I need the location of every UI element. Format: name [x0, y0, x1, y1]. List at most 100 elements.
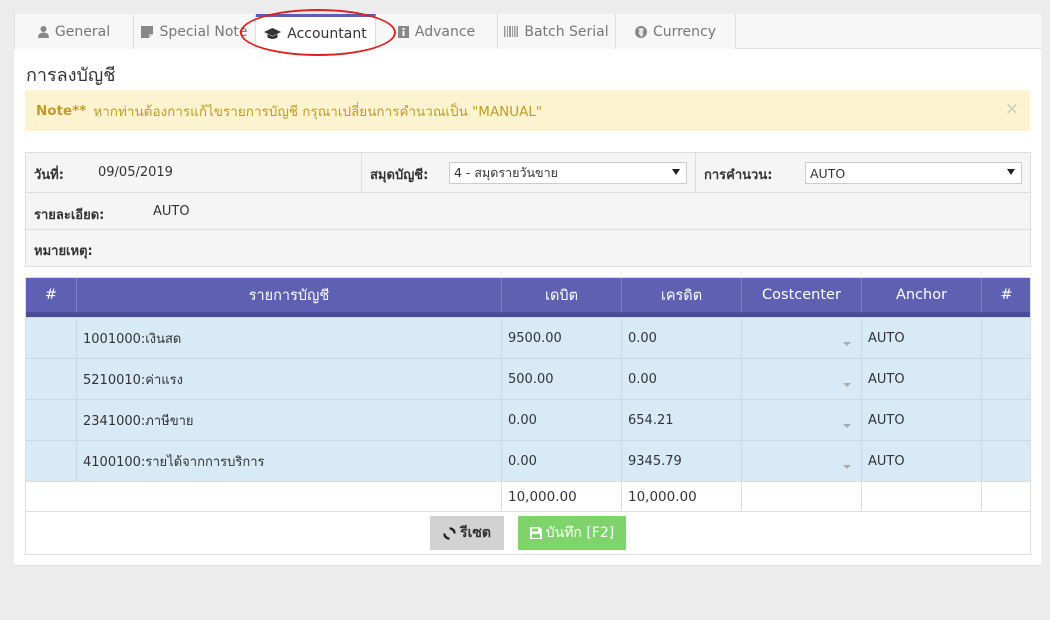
reset-button[interactable]: รีเซต: [430, 516, 504, 550]
row-action[interactable]: [981, 441, 1031, 481]
header-index: #: [44, 287, 58, 303]
account-grid: # รายการบัญชี เดบิต เครดิต Costcenter An…: [25, 277, 1031, 555]
detail-value[interactable]: AUTO: [153, 204, 190, 219]
tab-label: Batch Serial: [524, 23, 609, 40]
debit-cell[interactable]: 9500.00: [501, 318, 621, 358]
anchor-cell[interactable]: AUTO: [861, 359, 981, 399]
credit-cell[interactable]: 0.00: [621, 318, 741, 358]
credit-cell[interactable]: 0.00: [621, 359, 741, 399]
total-debit: 10,000.00: [501, 482, 621, 512]
refresh-icon: [443, 526, 456, 540]
header-credit: เครดิต: [621, 278, 741, 312]
tab-currency[interactable]: Currency: [616, 14, 736, 49]
reset-label: รีเซต: [460, 525, 491, 541]
row-index: [26, 359, 76, 399]
debit-cell[interactable]: 0.00: [501, 400, 621, 440]
save-label: บันทึก [F2]: [545, 525, 615, 541]
divider: [26, 192, 1030, 193]
dropdown-arrow-icon: [843, 465, 851, 469]
grid-header: # รายการบัญชี เดบิต เครดิต Costcenter An…: [26, 278, 1030, 317]
total-action: [981, 482, 1031, 512]
anchor-cell[interactable]: AUTO: [861, 441, 981, 481]
journal-label: สมุดบัญชี:: [370, 168, 429, 183]
account-cell[interactable]: 1001000:เงินสด: [76, 318, 501, 358]
account-cell[interactable]: 5210010:ค่าแรง: [76, 359, 501, 399]
note-icon: [141, 25, 154, 38]
credit-cell[interactable]: 9345.79: [621, 441, 741, 481]
tab-label: Accountant: [287, 25, 367, 42]
row-index: [26, 318, 76, 358]
tab-label: Currency: [652, 23, 717, 40]
header-anchor: Anchor: [861, 278, 981, 312]
credit-cell[interactable]: 654.21: [621, 400, 741, 440]
divider: [26, 511, 1030, 512]
table-row[interactable]: 4100100:รายได้จากการบริการ 0.00 9345.79 …: [26, 440, 1030, 481]
costcenter-cell[interactable]: [741, 400, 861, 440]
date-label: วันที่:: [34, 168, 64, 183]
header-debit: เดบิต: [501, 278, 621, 312]
total-anchor: [861, 482, 981, 512]
costcenter-cell[interactable]: [741, 359, 861, 399]
totals-spacer: [26, 482, 501, 512]
user-icon: [37, 25, 49, 38]
costcenter-cell[interactable]: [741, 318, 861, 358]
account-cell[interactable]: 4100100:รายได้จากการบริการ: [76, 441, 501, 481]
divider: [695, 153, 696, 193]
tab-label: General: [54, 23, 111, 40]
calc-label: การคำนวน:: [704, 168, 773, 183]
anchor-cell[interactable]: AUTO: [861, 400, 981, 440]
detail-label: รายละเอียด:: [34, 208, 105, 223]
header-costcenter: Costcenter: [741, 278, 861, 312]
tab-general[interactable]: General: [14, 14, 134, 49]
tab-special-note[interactable]: Special Note: [134, 14, 256, 49]
table-row[interactable]: 5210010:ค่าแรง 500.00 0.00 AUTO: [26, 358, 1030, 399]
total-costcenter: [741, 482, 861, 512]
row-index: [26, 441, 76, 481]
floppy-disk-icon: [529, 527, 542, 539]
close-icon[interactable]: ×: [1005, 99, 1019, 119]
tab-accountant[interactable]: Accountant: [256, 14, 376, 50]
page-title: การลงบัญชี: [26, 65, 116, 86]
save-button[interactable]: บันทึก [F2]: [518, 516, 626, 550]
caret-down-icon: [672, 169, 680, 175]
tab-bar: General Special Note Accountant Advance …: [14, 14, 1041, 50]
totals-row: 10,000.00 10,000.00: [26, 481, 1030, 512]
row-action[interactable]: [981, 359, 1031, 399]
barcode-icon: [504, 26, 519, 37]
journal-select[interactable]: 4 - สมุดรายวันขาย: [449, 162, 687, 184]
row-action[interactable]: [981, 400, 1031, 440]
dropdown-arrow-icon: [843, 383, 851, 387]
journal-form: วันที่: 09/05/2019 สมุดบัญชี: 4 - สมุดรา…: [25, 152, 1031, 267]
header-action: #: [981, 278, 1031, 312]
tab-batch-serial[interactable]: Batch Serial: [498, 14, 616, 49]
dropdown-arrow-icon: [843, 342, 851, 346]
row-index: [26, 400, 76, 440]
anchor-cell[interactable]: AUTO: [861, 318, 981, 358]
tab-label: Advance: [414, 23, 476, 40]
alert-strong: Note**: [36, 102, 87, 119]
globe-icon: [634, 25, 647, 38]
divider: [26, 229, 1030, 230]
table-row[interactable]: 1001000:เงินสด 9500.00 0.00 AUTO: [26, 317, 1030, 358]
debit-cell[interactable]: 500.00: [501, 359, 621, 399]
dropdown-arrow-icon: [843, 424, 851, 428]
account-cell[interactable]: 2341000:ภาษีขาย: [76, 400, 501, 440]
total-credit: 10,000.00: [621, 482, 741, 512]
costcenter-cell[interactable]: [741, 441, 861, 481]
info-icon: [397, 25, 409, 38]
journal-select-value: 4 - สมุดรายวันขาย: [454, 165, 558, 180]
graduation-cap-icon: [264, 27, 282, 39]
caret-down-icon: [1007, 169, 1015, 175]
calc-select[interactable]: AUTO: [805, 162, 1022, 184]
remark-label: หมายเหตุ:: [34, 244, 93, 259]
table-row[interactable]: 2341000:ภาษีขาย 0.00 654.21 AUTO: [26, 399, 1030, 440]
note-alert: Note** หากท่านต้องการแก้ไขรายการบัญชี กร…: [25, 90, 1030, 131]
header-account: รายการบัญชี: [76, 278, 501, 312]
row-action[interactable]: [981, 318, 1031, 358]
date-value: 09/05/2019: [98, 165, 173, 180]
alert-message: หากท่านต้องการแก้ไขรายการบัญชี กรุณาเปลี…: [93, 103, 543, 120]
tab-label: Special Note: [159, 23, 248, 40]
divider: [361, 153, 362, 193]
debit-cell[interactable]: 0.00: [501, 441, 621, 481]
tab-advance[interactable]: Advance: [376, 14, 498, 49]
